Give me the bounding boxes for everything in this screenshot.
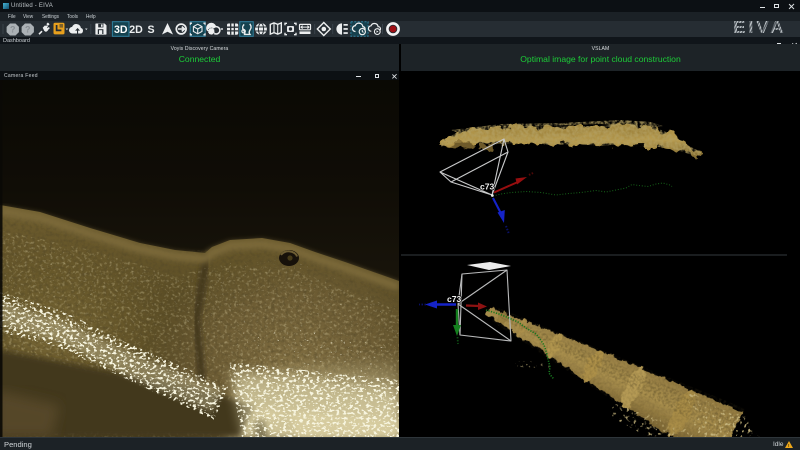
svg-text:?: ? xyxy=(10,25,16,35)
svg-text:?: ? xyxy=(25,25,31,35)
svg-text:c73: c73 xyxy=(480,182,495,192)
svg-text:c73: c73 xyxy=(447,294,462,304)
svg-text:3D: 3D xyxy=(114,24,128,36)
svg-text:S: S xyxy=(147,24,154,36)
svg-text:2D: 2D xyxy=(129,24,143,36)
